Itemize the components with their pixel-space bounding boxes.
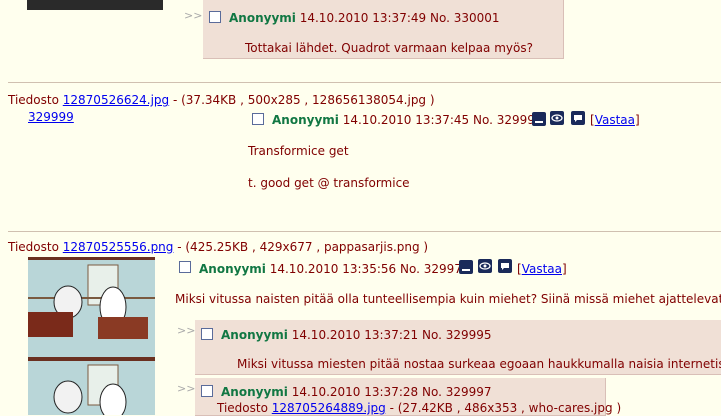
- reply-link-wrap: [Vastaa]: [517, 262, 567, 276]
- post-message-line: Transformice get: [248, 144, 349, 158]
- post-number[interactable]: No. 329995: [422, 328, 492, 342]
- file-prefix: Tiedosto: [217, 401, 268, 415]
- post-date: 14.10.2010 13:37:28: [291, 385, 419, 399]
- post-message: Miksi vitussa naisten pitää olla tunteel…: [175, 292, 721, 306]
- post-date: 14.10.2010 13:37:21: [291, 328, 419, 342]
- post-message: Tottakai lähdet. Quadrot varmaan kelpaa …: [245, 41, 533, 55]
- file-details: - (37.34KB , 500x285 , 128656138054.jpg …: [172, 93, 435, 107]
- file-prefix: Tiedosto: [8, 240, 59, 254]
- reply-link-wrap: [Vastaa]: [590, 113, 640, 127]
- poster-name: Anonyymi: [221, 385, 288, 399]
- reply-arrows: >>: [177, 382, 196, 395]
- watch-eye-icon[interactable]: [550, 111, 564, 125]
- post-message: Miksi vitussa miesten pitää nostaa surke…: [237, 357, 721, 371]
- post-date: 14.10.2010 13:35:56: [269, 262, 397, 276]
- reply-link[interactable]: Vastaa: [522, 262, 562, 276]
- select-checkbox[interactable]: [252, 113, 264, 125]
- post-header: Anonyymi 14.10.2010 13:37:49 No. 330001: [229, 11, 500, 25]
- divider: [8, 231, 721, 232]
- post-message-line: t. good get @ transformice: [248, 176, 410, 190]
- thumbnail-image[interactable]: [28, 257, 155, 415]
- file-link[interactable]: 12870526624.jpg: [63, 93, 169, 107]
- file-link[interactable]: 128705264889.jpg: [272, 401, 386, 415]
- post-header: Anonyymi 14.10.2010 13:37:21 No. 329995: [221, 328, 492, 342]
- divider: [8, 82, 721, 83]
- file-prefix: Tiedosto: [8, 93, 59, 107]
- post-date: 14.10.2010 13:37:49: [299, 11, 427, 25]
- poster-name: Anonyymi: [272, 113, 339, 127]
- thumbnail-link[interactable]: 329999: [28, 110, 74, 124]
- file-details: - (27.42KB , 486x353 , who-cares.jpg ): [389, 401, 622, 415]
- reply-arrows: >>: [184, 9, 203, 22]
- poster-name: Anonyymi: [229, 11, 296, 25]
- post-date: 14.10.2010 13:37:45: [342, 113, 470, 127]
- thumbnail-image-top[interactable]: [27, 0, 163, 10]
- file-info: Tiedosto 128705264889.jpg - (27.42KB , 4…: [217, 401, 621, 415]
- reply-arrows: >>: [177, 324, 196, 337]
- file-link[interactable]: 12870525556.png: [63, 240, 174, 254]
- post-number[interactable]: No. 330001: [430, 11, 500, 25]
- post-header: Anonyymi 14.10.2010 13:37:28 No. 329997: [221, 385, 492, 399]
- poster-name: Anonyymi: [221, 328, 288, 342]
- select-checkbox[interactable]: [201, 385, 213, 397]
- file-details: - (425.25KB , 429x677 , pappasarjis.png …: [177, 240, 429, 254]
- quick-reply-icon[interactable]: [571, 111, 585, 125]
- hide-icon[interactable]: [532, 112, 546, 126]
- post-number[interactable]: No. 329997: [422, 385, 492, 399]
- select-checkbox[interactable]: [209, 11, 221, 23]
- quick-reply-icon[interactable]: [498, 259, 512, 273]
- reply-link[interactable]: Vastaa: [595, 113, 635, 127]
- poster-name: Anonyymi: [199, 262, 266, 276]
- select-checkbox[interactable]: [179, 261, 191, 273]
- post-header: Anonyymi 14.10.2010 13:35:56 No. 329979: [199, 262, 470, 276]
- file-info: Tiedosto 12870526624.jpg - (37.34KB , 50…: [8, 93, 435, 107]
- select-checkbox[interactable]: [201, 328, 213, 340]
- watch-eye-icon[interactable]: [478, 259, 492, 273]
- hide-icon[interactable]: [459, 260, 473, 274]
- file-info: Tiedosto 12870525556.png - (425.25KB , 4…: [8, 240, 428, 254]
- post-header: Anonyymi 14.10.2010 13:37:45 No. 329999: [272, 113, 543, 127]
